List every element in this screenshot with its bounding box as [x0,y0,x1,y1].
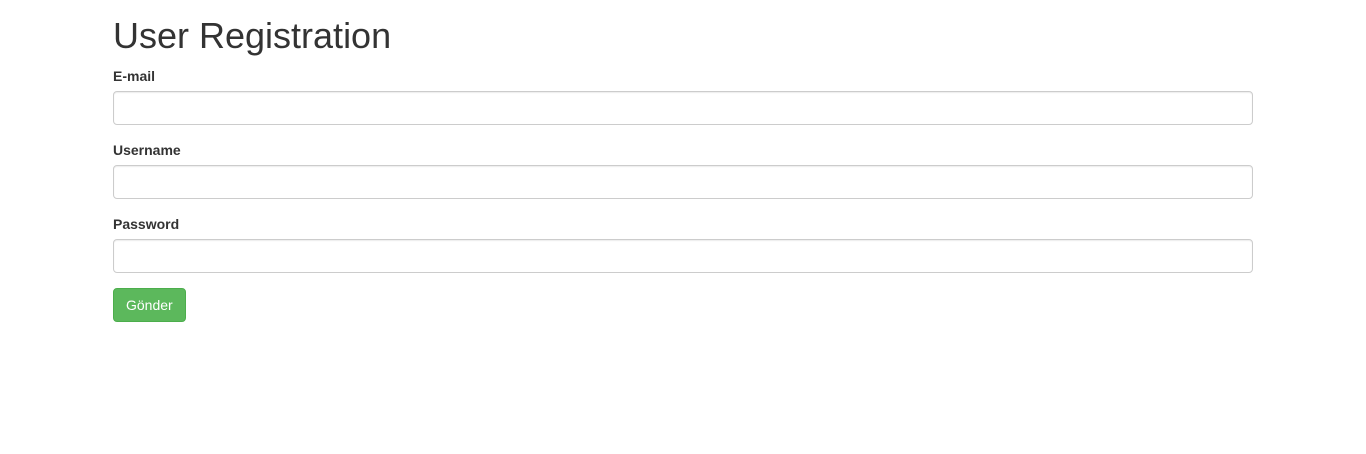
username-field[interactable] [113,165,1253,199]
email-group: E-mail [113,66,1253,125]
password-group: Password [113,214,1253,273]
page-title: User Registration [113,15,392,56]
username-label: Username [113,142,181,158]
email-field[interactable] [113,91,1253,125]
submit-button[interactable]: Gönder [113,288,186,322]
registration-container: User Registration E-mail Username Passwo… [113,0,1253,322]
username-group: Username [113,140,1253,199]
email-label: E-mail [113,68,156,84]
password-label: Password [113,216,180,232]
password-field[interactable] [113,239,1253,273]
